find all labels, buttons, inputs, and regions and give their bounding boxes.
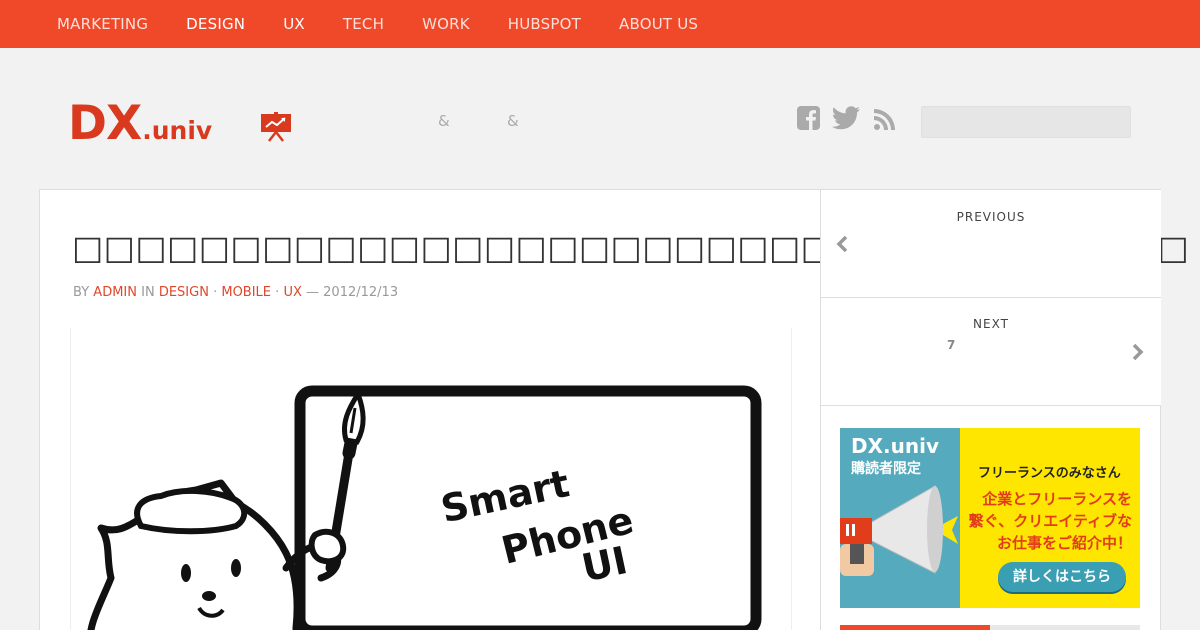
ad-headline: フリーランスのみなさん (978, 466, 1121, 481)
site-logo[interactable]: DX .univ (68, 96, 291, 151)
category-link[interactable]: UX (283, 285, 301, 300)
image-text-ui: UI (578, 538, 631, 590)
nav-item-tech[interactable]: TECH (343, 15, 384, 33)
nav-item-work[interactable]: WORK (422, 15, 470, 33)
next-label: NEXT (973, 317, 1009, 331)
previous-label: PREVIOUS (956, 210, 1026, 224)
meta-in-label: IN (141, 285, 155, 300)
nav-item-hubspot[interactable]: HUBSPOT (508, 15, 581, 33)
ad-body: 企業とフリーランスを 繋ぐ、クリエイティブな お仕事をご紹介中！ (962, 488, 1138, 554)
next-post-link[interactable]: NEXT 7 (821, 298, 1161, 406)
ad-subtitle: 購読者限定 (851, 461, 921, 477)
chevron-left-icon (836, 236, 848, 252)
next-post-number: 7 (947, 338, 956, 352)
top-navigation: MARKETING DESIGN UX TECH WORK HUBSPOT AB… (0, 0, 1200, 48)
ad-body-line: お仕事をご紹介中！ (996, 534, 1132, 552)
presentation-chart-icon (261, 112, 291, 142)
nav-item-design[interactable]: DESIGN (186, 15, 245, 33)
chevron-right-icon (1132, 344, 1144, 360)
nav-item-marketing[interactable]: MARKETING (57, 15, 148, 33)
logo-main: DX (68, 96, 142, 151)
category-link[interactable]: DESIGN (159, 285, 209, 300)
post-meta: BY ADMIN IN DESIGN · MOBILE · UX — 2012/… (73, 285, 398, 300)
nav-item-about-us[interactable]: ABOUT US (619, 15, 698, 33)
sidebar-tab-bar (840, 625, 1140, 630)
facebook-icon[interactable] (797, 106, 820, 130)
featured-image: Smart Phone UI (70, 328, 792, 630)
tagline-ampersand: & (507, 112, 519, 130)
post-content: □□□□□□□□□□□□□□□□□□□□□□□□□□□□□□UI□□□□ BY … (39, 189, 1189, 630)
ad-banner[interactable]: DX.univ 購読者限定 フリーランスのみなさん 企業とフリーランスを 繋ぐ、… (840, 428, 1140, 608)
megaphone-icon (840, 485, 958, 576)
tagline-ampersand: & (438, 112, 450, 130)
featured-illustration: Smart Phone UI (87, 385, 762, 630)
ad-brand: DX.univ (851, 434, 939, 458)
search-input[interactable] (921, 106, 1131, 138)
author-link[interactable]: ADMIN (93, 285, 137, 300)
meta-separator: · (275, 285, 280, 300)
nav-menu: MARKETING DESIGN UX TECH WORK HUBSPOT AB… (0, 0, 1200, 48)
sidebar-tab-active[interactable] (840, 625, 990, 630)
meta-separator: · (213, 285, 218, 300)
category-link[interactable]: MOBILE (221, 285, 271, 300)
rss-icon[interactable] (874, 109, 895, 130)
meta-separator: — (306, 285, 320, 300)
post-date: 2012/12/13 (323, 285, 399, 300)
ad-body-line: 企業とフリーランスを (982, 490, 1132, 508)
meta-by-label: BY (73, 285, 90, 300)
ad-body-line: 繋ぐ、クリエイティブな (968, 512, 1132, 530)
previous-post-link[interactable]: PREVIOUS (821, 190, 1161, 298)
twitter-icon[interactable] (832, 106, 861, 130)
sidebar: PREVIOUS NEXT 7 DX.univ 購読者限定 フリーランスのみなさ… (820, 189, 1161, 630)
logo-sub: .univ (142, 116, 213, 145)
nav-item-ux[interactable]: UX (283, 15, 305, 33)
ad-details-button[interactable]: 詳しくはこちら (998, 562, 1126, 592)
